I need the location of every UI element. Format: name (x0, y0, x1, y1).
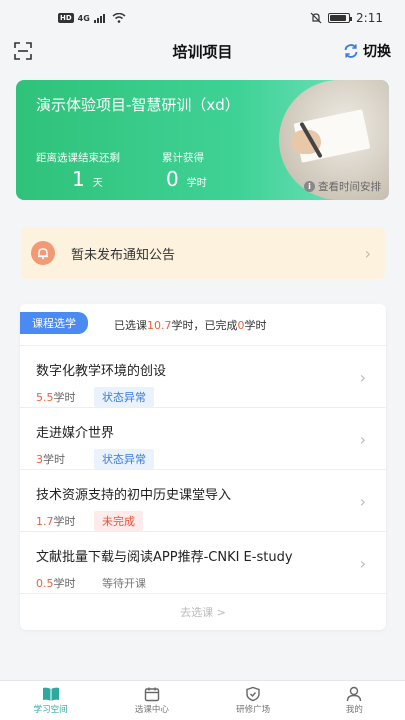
earned-value-row: 0 学时 (162, 167, 207, 191)
countdown-value-row: 1 天 (36, 167, 120, 191)
course-name: 数字化教学环境的创设 (36, 364, 167, 379)
wifi-icon (112, 13, 126, 23)
course-hours: 5.5学时 (36, 389, 80, 405)
selected-hours: 10.7 (147, 318, 172, 332)
hours-unit: 学时 (53, 515, 76, 528)
course-name: 走进媒介世界 (36, 426, 115, 441)
bell-icon (31, 241, 55, 265)
chevron-right-icon: › (364, 243, 371, 263)
hours-unit: 学时 (53, 391, 76, 404)
course-list-card: 课程选学 已选课10.7学时，已完成0学时 数字化教学环境的创设 5.5学时 状… (20, 304, 386, 630)
course-meta: 0.5学时 等待开课 (36, 573, 386, 593)
select-course-link[interactable]: 去选课 > (20, 594, 386, 630)
tab-mine[interactable]: 我的 (304, 681, 405, 720)
tab-training-plaza[interactable]: 研修广场 (203, 681, 304, 720)
course-hours: 1.7学时 (36, 513, 80, 529)
switch-project-button[interactable]: 切换 (343, 41, 391, 61)
schedule-link-label: 查看时间安排 (318, 181, 381, 193)
status-badge: 状态异常 (94, 387, 154, 407)
status-badge: 未完成 (94, 511, 143, 531)
completed-hours: 0 (237, 318, 245, 332)
tab-label: 选课中心 (134, 705, 169, 715)
course-item[interactable]: 技术资源支持的初中历史课堂导入 1.7学时 未完成 › (20, 470, 386, 532)
hours-unit: 学时 (43, 453, 65, 466)
tab-course-center[interactable]: 选课中心 (101, 681, 202, 720)
book-icon (42, 687, 59, 701)
scan-icon[interactable] (14, 42, 32, 60)
course-hours: 0.5学时 (36, 575, 80, 591)
tab-label: 研修广场 (236, 705, 271, 715)
hd-icon: HD (58, 13, 74, 23)
info-icon: i (304, 181, 315, 192)
chevron-right-icon: › (359, 554, 366, 573)
person-icon (347, 686, 362, 702)
tab-label: 学习空间 (33, 705, 68, 715)
countdown-label: 距离选课结束还剩 (36, 152, 120, 164)
status-badge: 等待开课 (102, 577, 146, 590)
mute-icon (310, 12, 322, 24)
course-tag: 课程选学 (20, 311, 88, 334)
course-item[interactable]: 数字化教学环境的创设 5.5学时 状态异常 › (20, 346, 386, 408)
course-hours: 3学时 (36, 451, 80, 467)
project-title: 演示体验项目-智慧研训（xd） (36, 96, 240, 114)
hours-value: 1.7 (36, 515, 54, 528)
network-type: 4G (77, 13, 90, 23)
earned-label: 累计获得 (162, 152, 204, 164)
course-meta: 1.7学时 未完成 (36, 511, 386, 531)
notice-bar[interactable]: 暂未发布通知公告 › (21, 227, 385, 279)
hours-value: 5.5 (36, 391, 54, 404)
countdown-unit: 天 (92, 178, 103, 189)
tab-label: 我的 (345, 705, 363, 715)
notice-text: 暂未发布通知公告 (71, 247, 176, 263)
course-list-header: 课程选学 已选课10.7学时，已完成0学时 (20, 304, 386, 346)
nav-bar: 培训项目 切换 (0, 36, 405, 66)
course-item[interactable]: 文献批量下载与阅读APP推荐-CNKI E-study 0.5学时 等待开课 › (20, 532, 386, 594)
clock: 2:11 (356, 11, 383, 25)
tab-study-space[interactable]: 学习空间 (0, 681, 101, 720)
refresh-icon (344, 44, 358, 58)
calendar-icon (144, 687, 160, 702)
course-summary: 已选课10.7学时，已完成0学时 (114, 317, 267, 333)
status-bar: HD 4G 2:11 (0, 0, 405, 36)
summary-mid: 学时，已完成 (171, 318, 238, 332)
view-schedule-link[interactable]: i 查看时间安排 (304, 179, 381, 194)
battery-icon (328, 13, 353, 23)
switch-label: 切换 (363, 44, 391, 60)
hours-value: 3 (36, 453, 43, 466)
earned-unit: 学时 (186, 178, 207, 189)
course-item[interactable]: 走进媒介世界 3学时 状态异常 › (20, 408, 386, 470)
chevron-right-icon: › (359, 368, 366, 387)
status-left: HD 4G (58, 13, 126, 23)
signal-icon (93, 14, 105, 23)
countdown-value: 1 (72, 167, 85, 191)
project-card[interactable]: 演示体验项目-智慧研训（xd） 距离选课结束还剩 1 天 累计获得 0 学时 i… (16, 80, 389, 200)
hours-value: 0.5 (36, 577, 54, 590)
status-right: 2:11 (310, 11, 383, 25)
earned-stat: 累计获得 0 学时 (162, 150, 207, 191)
countdown-stat: 距离选课结束还剩 1 天 (36, 150, 120, 191)
summary-suffix: 学时 (244, 318, 267, 332)
chevron-right-icon: › (359, 492, 366, 511)
course-name: 文献批量下载与阅读APP推荐-CNKI E-study (36, 550, 293, 565)
course-meta: 5.5学时 状态异常 (36, 387, 386, 407)
summary-prefix: 已选课 (114, 318, 147, 332)
earned-value: 0 (166, 167, 179, 191)
course-name: 技术资源支持的初中历史课堂导入 (36, 488, 232, 503)
shield-icon (246, 686, 260, 702)
hours-unit: 学时 (53, 577, 76, 590)
course-meta: 3学时 状态异常 (36, 449, 386, 469)
status-badge: 状态异常 (94, 449, 154, 469)
bottom-tab-bar: 学习空间 选课中心 研修广场 我的 (0, 680, 405, 720)
chevron-right-icon: › (359, 430, 366, 449)
